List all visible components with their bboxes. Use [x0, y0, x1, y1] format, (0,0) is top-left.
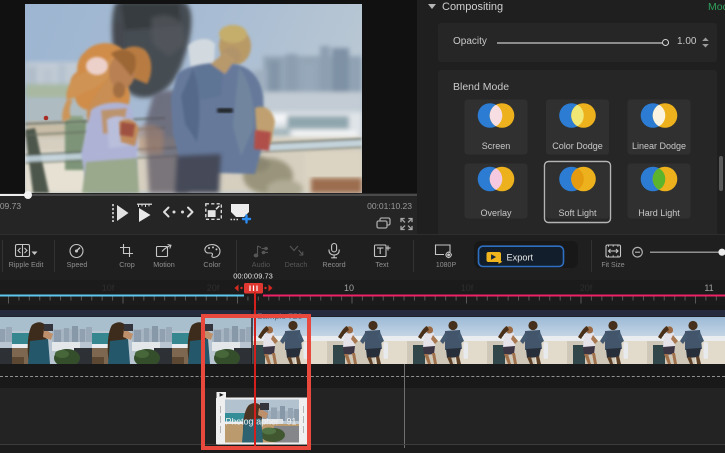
svg-text:Speed: Speed	[67, 260, 88, 269]
svg-text:Text: Text	[375, 260, 388, 269]
svg-text:Export: Export	[507, 253, 534, 263]
svg-text:Motion: Motion	[153, 260, 175, 269]
svg-text:00:00:09.73: 00:00:09.73	[233, 272, 273, 281]
svg-text:Color Dodge: Color Dodge	[552, 141, 603, 151]
svg-text:20f: 20f	[580, 283, 593, 293]
svg-text:10f: 10f	[461, 283, 474, 293]
svg-text:Crop: Crop	[119, 260, 135, 269]
svg-text:Hard Light: Hard Light	[638, 208, 680, 218]
svg-text:Record: Record	[322, 260, 345, 269]
svg-text:Detach: Detach	[285, 260, 308, 269]
svg-text:10f: 10f	[102, 283, 115, 293]
svg-text:Linear Dodge: Linear Dodge	[632, 141, 686, 151]
svg-text:11: 11	[704, 283, 713, 293]
svg-text:10: 10	[344, 283, 354, 293]
svg-text:Ripple Edit: Ripple Edit	[9, 260, 44, 269]
svg-text:Fit Size: Fit Size	[601, 262, 624, 269]
svg-text:1080P: 1080P	[436, 262, 457, 269]
svg-text:Overlay: Overlay	[480, 208, 512, 218]
svg-text:Audio: Audio	[252, 260, 270, 269]
svg-text:Soft Light: Soft Light	[558, 208, 597, 218]
svg-text:Color: Color	[203, 260, 221, 269]
svg-text:20f: 20f	[207, 283, 220, 293]
svg-text:Screen: Screen	[482, 141, 511, 151]
